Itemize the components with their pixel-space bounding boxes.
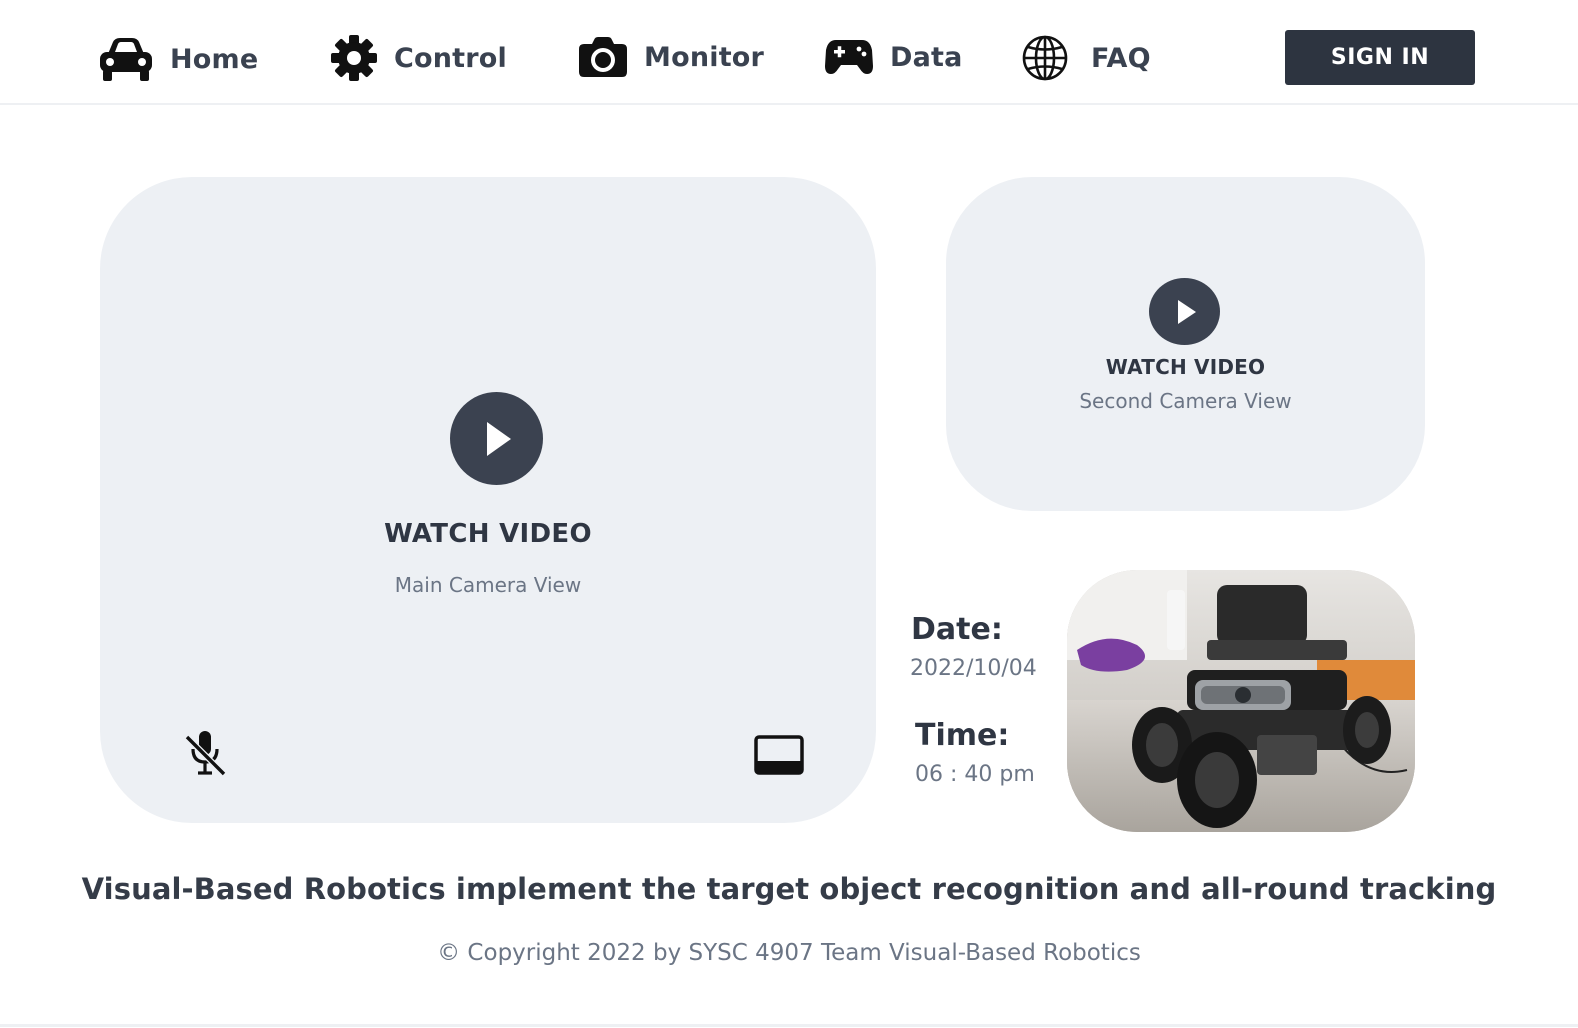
- play-icon: [1177, 299, 1196, 324]
- camera-icon: [578, 36, 628, 78]
- nav-item-control[interactable]: Control: [330, 34, 507, 82]
- screen-icon: [754, 735, 804, 775]
- main-play-button[interactable]: [450, 392, 543, 485]
- date-label: Date:: [911, 612, 1003, 647]
- second-camera-caption: Second Camera View: [1079, 389, 1292, 413]
- second-camera-panel: WATCH VIDEO Second Camera View: [946, 177, 1425, 511]
- fullscreen-button[interactable]: [754, 735, 804, 775]
- main-camera-panel: WATCH VIDEO Main Camera View: [100, 177, 876, 823]
- main-camera-caption: Main Camera View: [394, 573, 582, 597]
- play-icon: [486, 421, 511, 456]
- bottom-divider: [0, 1024, 1578, 1027]
- gear-icon: [330, 34, 378, 82]
- nav-item-label: Data: [890, 41, 963, 73]
- globe-icon: [1021, 34, 1069, 82]
- gamepad-icon: [824, 38, 874, 76]
- tagline: Visual-Based Robotics implement the targ…: [81, 872, 1497, 906]
- nav-item-label: Control: [394, 42, 508, 74]
- top-navigation: Home Control Monitor Data FAQ SIGN IN: [0, 0, 1578, 105]
- nav-item-label: Monitor: [644, 41, 765, 73]
- time-value: 06 : 40 pm: [915, 762, 1035, 787]
- nav-item-monitor[interactable]: Monitor: [578, 36, 764, 78]
- mute-microphone-button[interactable]: [184, 729, 228, 777]
- nav-item-label: FAQ: [1091, 42, 1151, 74]
- sign-in-button[interactable]: SIGN IN: [1285, 30, 1475, 85]
- nav-item-faq[interactable]: FAQ: [1021, 34, 1151, 82]
- date-value: 2022/10/04: [910, 656, 1037, 681]
- nav-item-data[interactable]: Data: [824, 38, 963, 76]
- nav-item-home[interactable]: Home: [98, 36, 258, 82]
- copyright-notice: © Copyright 2022 by SYSC 4907 Team Visua…: [437, 940, 1141, 966]
- second-play-button[interactable]: [1149, 278, 1220, 345]
- car-icon: [98, 36, 154, 82]
- main-watch-video-label[interactable]: WATCH VIDEO: [100, 519, 876, 549]
- robot-photo: [1067, 570, 1415, 832]
- nav-item-label: Home: [170, 43, 259, 75]
- mic-off-icon: [184, 731, 227, 777]
- second-watch-video-label[interactable]: WATCH VIDEO: [946, 355, 1425, 379]
- time-label: Time:: [915, 718, 1010, 753]
